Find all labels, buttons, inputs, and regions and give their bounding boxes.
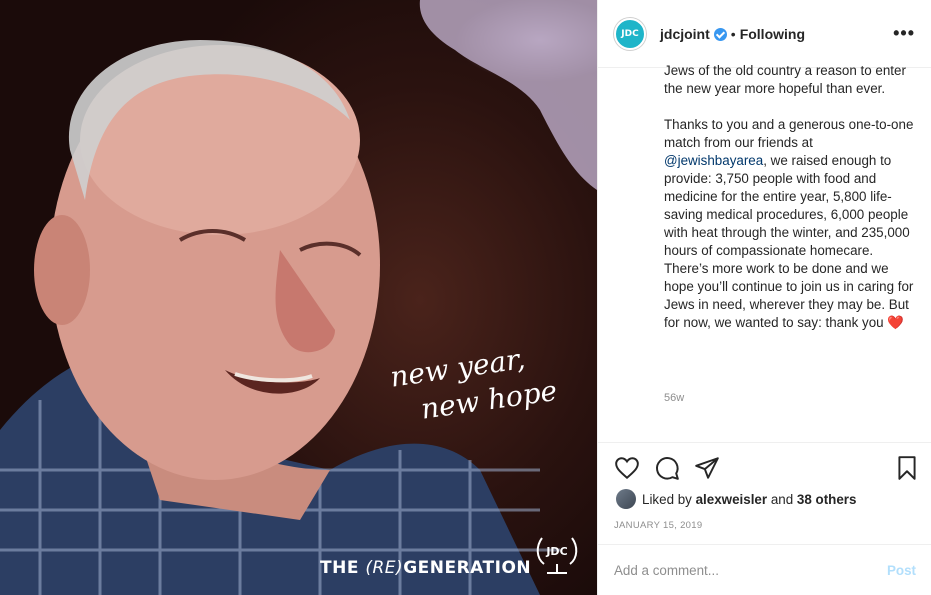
post-date[interactable]: JANUARY 15, 2019: [614, 520, 702, 531]
likes-middle: and: [770, 491, 794, 507]
bookmark-icon[interactable]: [894, 455, 920, 481]
more-options-icon[interactable]: •••: [893, 23, 915, 44]
likes-others-link[interactable]: 38 others: [797, 492, 857, 507]
header-separator: •: [730, 25, 736, 42]
comment-input[interactable]: [614, 562, 887, 578]
caption-text: , we raised enough to provide: 3,750 peo…: [664, 153, 914, 330]
caption-text: Thanks to you and a generous one-to-one …: [664, 117, 914, 150]
post-header: JDC jdcjoint • Following •••: [598, 0, 931, 68]
post-side-panel: JDC jdcjoint • Following ••• Jews of the…: [597, 0, 931, 595]
brand-generation: GENERATION: [403, 558, 532, 578]
action-bar: [598, 442, 931, 492]
heart-emoji-icon: ❤️: [887, 315, 904, 330]
post-age[interactable]: 56w: [664, 392, 684, 404]
share-icon[interactable]: [694, 455, 720, 481]
liker-username-link[interactable]: alexweisler: [696, 492, 767, 507]
comment-icon[interactable]: [654, 455, 680, 481]
post-caption: Jews of the old country a reason to ente…: [664, 62, 914, 350]
comment-bar: Post: [598, 544, 931, 595]
likes-prefix: Liked by: [642, 491, 692, 507]
following-button[interactable]: Following: [740, 26, 805, 42]
photo-illustration: [0, 0, 597, 595]
brand-the: THE: [320, 558, 359, 578]
caption-paragraph-1: Jews of the old country a reason to ente…: [664, 63, 906, 96]
avatar-text: JDC: [621, 28, 639, 39]
verified-badge-icon: [713, 28, 727, 41]
mention-link[interactable]: @jewishbayarea: [664, 153, 763, 168]
username-link[interactable]: jdcjoint: [660, 26, 710, 42]
svg-text:JDC: JDC: [545, 545, 567, 558]
avatar[interactable]: JDC: [614, 17, 646, 50]
caption-paragraph-2: Thanks to you and a generous one-to-one …: [664, 116, 914, 332]
heart-outline-icon[interactable]: [614, 455, 640, 481]
likes-summary: Liked by alexweisler and 38 others: [616, 489, 856, 509]
regeneration-brand: THE (RE)GENERATION: [320, 558, 531, 578]
post-image[interactable]: new year, new hope THE (RE)GENERATION JD…: [0, 0, 597, 595]
post-comment-button[interactable]: Post: [887, 563, 916, 578]
liker-avatar[interactable]: [616, 489, 636, 509]
brand-re: (RE): [365, 558, 404, 578]
jdc-logo-icon: JDC: [536, 537, 578, 574]
